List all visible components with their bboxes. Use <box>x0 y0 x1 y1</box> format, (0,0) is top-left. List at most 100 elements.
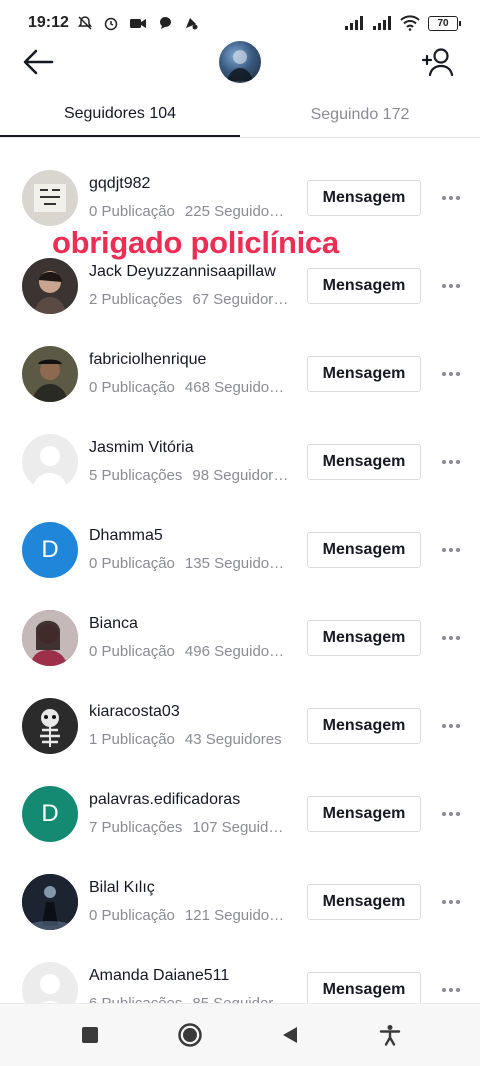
avatar[interactable] <box>22 170 78 226</box>
list-item[interactable]: D Dhamma5 0 Publicação 135 Seguidores Men… <box>0 507 480 595</box>
list-item[interactable]: Amanda Daiane511 6 Publicações 85 Seguido… <box>0 947 480 1003</box>
system-back-button[interactable] <box>270 1015 310 1055</box>
avatar[interactable] <box>22 874 78 930</box>
add-user-button[interactable] <box>420 44 456 80</box>
avatar-image <box>32 359 68 402</box>
user-name: palavras.edificadoras <box>89 791 241 808</box>
follower-count: 121 Seguidores <box>184 907 289 924</box>
list-item[interactable]: kiaracosta03 1 Publicação 43 Seguidores M… <box>0 683 480 771</box>
user-stats: 6 Publicações 85 Seguidores <box>89 995 289 1003</box>
user-name: Dhamma5 <box>89 527 163 544</box>
avatar[interactable] <box>22 346 78 402</box>
avatar-image <box>34 184 66 212</box>
post-count: 0 Publicação <box>89 555 175 572</box>
more-options-icon[interactable] <box>438 187 464 209</box>
more-options-icon[interactable] <box>438 539 464 561</box>
signal-icon-2 <box>373 16 391 30</box>
tab-following[interactable]: Seguindo 172 <box>240 92 480 137</box>
profile-avatar-image <box>227 50 253 81</box>
status-left-icons <box>77 15 199 31</box>
triangle-back-icon <box>283 1027 297 1043</box>
message-button[interactable]: Mensagem <box>307 796 421 832</box>
message-button[interactable]: Mensagem <box>307 972 421 1003</box>
avatar[interactable] <box>22 434 78 490</box>
more-options-icon[interactable] <box>438 979 464 1001</box>
more-options-icon[interactable] <box>438 715 464 737</box>
user-stats: 0 Publicação 468 Seguidores <box>89 379 289 396</box>
more-options-icon[interactable] <box>438 891 464 913</box>
post-count: 2 Publicações <box>89 291 183 308</box>
message-button[interactable]: Mensagem <box>307 884 421 920</box>
list-item[interactable]: fabriciolhenrique 0 Publicação 468 Seguid… <box>0 331 480 419</box>
user-stats: 2 Publicações 67 Seguidores <box>89 291 289 308</box>
avatar[interactable]: D <box>22 522 78 578</box>
accessibility-button[interactable] <box>370 1015 410 1055</box>
more-options-icon[interactable] <box>438 451 464 473</box>
status-right-icons: 70 <box>344 15 461 31</box>
avatar-image <box>22 610 78 666</box>
post-count: 0 Publicação <box>89 203 175 220</box>
arrow-left-icon <box>23 49 54 75</box>
user-stats: 7 Publicações 107 Seguidores <box>89 819 289 836</box>
avatar-image <box>22 874 78 930</box>
list-item[interactable]: D palavras.edificadoras 7 Publicações 107… <box>0 771 480 859</box>
default-avatar-icon <box>40 974 60 1003</box>
followers-list[interactable]: gqdjt982 0 Publicação 225 Seguidores Mens… <box>0 155 480 1003</box>
avatar[interactable]: D <box>22 786 78 842</box>
user-stats: 1 Publicação 43 Seguidores <box>89 731 289 748</box>
post-count: 7 Publicações <box>89 819 183 836</box>
avatar[interactable] <box>22 962 78 1003</box>
more-options-icon[interactable] <box>438 363 464 385</box>
top-bar <box>0 38 480 86</box>
square-icon <box>82 1027 98 1043</box>
more-options-icon[interactable] <box>438 627 464 649</box>
message-button[interactable]: Mensagem <box>307 180 421 216</box>
user-name: fabriciolhenrique <box>89 351 207 368</box>
user-name: gqdjt982 <box>89 175 151 192</box>
message-button[interactable]: Mensagem <box>307 620 421 656</box>
follower-count: 135 Seguidores <box>184 555 289 572</box>
recents-button[interactable] <box>70 1015 110 1055</box>
notification-icon <box>185 18 198 30</box>
video-icon <box>129 19 146 28</box>
message-button[interactable]: Mensagem <box>307 708 421 744</box>
list-item[interactable]: Bilal Kılıç 0 Publicação 121 Seguidores M… <box>0 859 480 947</box>
list-item[interactable]: Bianca 0 Publicação 496 Seguidores Mensag… <box>0 595 480 683</box>
more-options-icon[interactable] <box>438 803 464 825</box>
follower-count: 43 Seguidores <box>184 731 282 748</box>
avatar[interactable] <box>22 698 78 754</box>
user-name: Bilal Kılıç <box>89 879 155 896</box>
post-count: 5 Publicações <box>89 467 183 484</box>
message-button[interactable]: Mensagem <box>307 268 421 304</box>
bell-off-icon <box>77 16 92 30</box>
status-time: 19:12 <box>28 14 69 31</box>
post-count: 1 Publicação <box>89 731 175 748</box>
follower-count: 67 Seguidores <box>192 291 289 308</box>
user-stats: 0 Publicação 496 Seguidores <box>89 643 289 660</box>
circle-icon <box>178 1023 202 1047</box>
follower-count: 225 Seguidores <box>184 203 289 220</box>
avatar-initial: D <box>41 536 59 563</box>
avatar[interactable] <box>22 258 78 314</box>
message-button[interactable]: Mensagem <box>307 532 421 568</box>
post-count: 0 Publicação <box>89 379 175 396</box>
tabs: Seguidores 104 Seguindo 172 <box>0 92 480 138</box>
tab-followers[interactable]: Seguidores 104 <box>0 92 240 137</box>
overlay-caption: obrigado policlínica <box>52 225 339 260</box>
message-button[interactable]: Mensagem <box>307 444 421 480</box>
user-stats: 5 Publicações 98 Seguidores <box>89 467 289 484</box>
list-item[interactable]: Jasmim Vitória 5 Publicações 98 Seguidore… <box>0 419 480 507</box>
post-count: 0 Publicação <box>89 643 175 660</box>
profile-avatar[interactable] <box>219 41 261 83</box>
home-button[interactable] <box>170 1015 210 1055</box>
user-stats: 0 Publicação 121 Seguidores <box>89 907 289 924</box>
back-button[interactable] <box>20 46 56 78</box>
message-button[interactable]: Mensagem <box>307 356 421 392</box>
battery-level: 70 <box>437 17 449 29</box>
default-avatar-icon <box>32 446 68 490</box>
more-options-icon[interactable] <box>438 275 464 297</box>
post-count: 6 Publicações <box>89 995 182 1003</box>
avatar[interactable] <box>22 610 78 666</box>
alarm-icon <box>104 17 118 31</box>
avatar-initial: D <box>41 800 59 827</box>
